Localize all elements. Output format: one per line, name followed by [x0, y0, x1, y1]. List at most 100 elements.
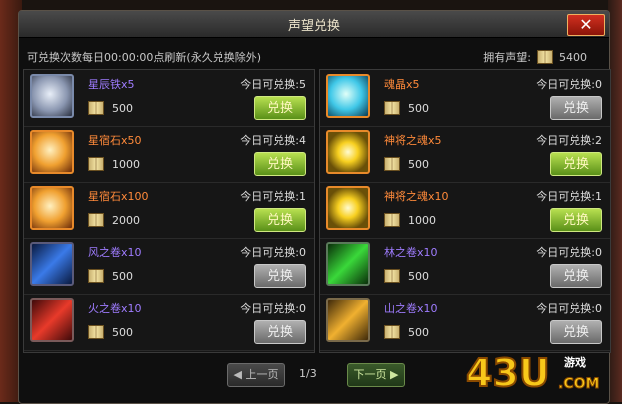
close-button[interactable]: ✕	[567, 14, 605, 36]
item-cost-value: 1000	[112, 157, 140, 171]
daily-limit: 今日可兑换:0	[536, 302, 602, 315]
exchange-item-row: 神将之魂x10 1000 今日可兑换:1 兑换	[320, 182, 610, 239]
item-cost-value: 500	[112, 325, 133, 339]
item-name-text: 神将之魂	[384, 134, 428, 147]
exchange-item-row: 星宿石x50 1000 今日可兑换:4 兑换	[24, 126, 314, 183]
item-qty: x10	[417, 302, 438, 315]
item-name: 神将之魂x5	[384, 132, 442, 148]
next-page-label: 下一页	[353, 368, 387, 381]
item-qty: x10	[121, 246, 142, 259]
daily-limit: 今日可兑换:0	[240, 302, 306, 315]
item-cost: 500	[88, 269, 133, 283]
item-cost: 500	[384, 325, 429, 339]
item-qty: x50	[121, 134, 142, 147]
exchange-button[interactable]: 兑换	[254, 264, 306, 288]
exchange-item-row: 魂晶x5 500 今日可兑换:0 兑换	[320, 70, 610, 127]
general-soul-icon[interactable]	[326, 186, 370, 230]
item-name: 林之卷x10	[384, 244, 438, 260]
exchange-item-row: 山之卷x10 500 今日可兑换:0 兑换	[320, 294, 610, 351]
book-icon	[384, 101, 400, 115]
item-name: 星宿石x100	[88, 188, 149, 204]
book-icon	[88, 213, 104, 227]
item-name: 山之卷x10	[384, 300, 438, 316]
exchange-button[interactable]: 兑换	[254, 96, 306, 120]
soul-crystal-icon[interactable]	[326, 74, 370, 118]
prev-page-label: 上一页	[245, 368, 279, 381]
item-qty: x10	[121, 302, 142, 315]
item-name: 星辰铁x5	[88, 76, 135, 92]
item-name-text: 风之卷	[88, 246, 121, 259]
exchange-button[interactable]: 兑换	[550, 320, 602, 344]
exchange-button[interactable]: 兑换	[550, 152, 602, 176]
item-qty: x10	[417, 246, 438, 259]
item-cost: 1000	[88, 157, 140, 171]
right-item-panel: 魂晶x5 500 今日可兑换:0 兑换 神将之魂x5 500 今日可兑换:2 兑…	[319, 69, 611, 353]
daily-limit: 今日可兑换:0	[536, 246, 602, 259]
prev-page-button[interactable]: ◀ 上一页	[227, 363, 285, 387]
reputation-exchange-window: 声望兑换 ✕ 可兑换次数每日00:00:00点刷新(永久兑换除外) 拥有声望: …	[18, 10, 611, 404]
exchange-button[interactable]: 兑换	[254, 320, 306, 344]
book-icon	[384, 213, 400, 227]
exchange-item-row: 风之卷x10 500 今日可兑换:0 兑换	[24, 238, 314, 295]
star-stone-icon[interactable]	[30, 130, 74, 174]
item-name-text: 魂晶	[384, 78, 406, 91]
daily-limit: 今日可兑换:0	[536, 78, 602, 91]
reputation-value: 5400	[559, 50, 587, 64]
exchange-button[interactable]: 兑换	[550, 96, 602, 120]
item-cost: 1000	[384, 213, 436, 227]
item-cost: 2000	[88, 213, 140, 227]
item-cost: 500	[384, 269, 429, 283]
fire-scroll-icon[interactable]	[30, 298, 74, 342]
item-name: 风之卷x10	[88, 244, 142, 260]
reputation-label: 拥有声望:	[483, 51, 531, 64]
daily-limit: 今日可兑换:5	[240, 78, 306, 91]
title-bar: 声望兑换 ✕	[19, 11, 609, 38]
wind-scroll-icon[interactable]	[30, 242, 74, 286]
page-indicator: 1/3	[299, 367, 317, 380]
general-soul-icon[interactable]	[326, 130, 370, 174]
exchange-button[interactable]: 兑换	[550, 264, 602, 288]
book-icon	[88, 157, 104, 171]
exchange-button[interactable]: 兑换	[550, 208, 602, 232]
star-iron-icon[interactable]	[30, 74, 74, 118]
item-name: 火之卷x10	[88, 300, 142, 316]
book-icon	[88, 269, 104, 283]
exchange-item-row: 星宿石x100 2000 今日可兑换:1 兑换	[24, 182, 314, 239]
forest-scroll-icon[interactable]	[326, 242, 370, 286]
item-name: 神将之魂x10	[384, 188, 449, 204]
book-icon	[384, 157, 400, 171]
daily-limit: 今日可兑换:1	[536, 190, 602, 203]
next-page-button[interactable]: 下一页 ▶	[347, 363, 405, 387]
star-stone-icon[interactable]	[30, 186, 74, 230]
item-name: 星宿石x50	[88, 132, 142, 148]
item-cost: 500	[384, 101, 429, 115]
item-cost: 500	[88, 101, 133, 115]
item-qty: x10	[428, 190, 449, 203]
book-icon	[88, 325, 104, 339]
refresh-info: 可兑换次数每日00:00:00点刷新(永久兑换除外)	[27, 51, 261, 64]
item-qty: x5	[121, 78, 135, 91]
logo-sub: 游戏	[564, 355, 586, 369]
reputation-display: 拥有声望: 5400	[483, 49, 587, 65]
logo-domain: .COM	[558, 376, 599, 392]
item-qty: x5	[406, 78, 420, 91]
item-name: 魂晶x5	[384, 76, 420, 92]
item-name-text: 神将之魂	[384, 190, 428, 203]
item-name-text: 火之卷	[88, 302, 121, 315]
item-name-text: 星辰铁	[88, 78, 121, 91]
daily-limit: 今日可兑换:4	[240, 134, 306, 147]
book-icon	[88, 101, 104, 115]
exchange-item-row: 林之卷x10 500 今日可兑换:0 兑换	[320, 238, 610, 295]
item-cost-value: 500	[408, 325, 429, 339]
item-qty: x5	[428, 134, 442, 147]
book-icon	[384, 269, 400, 283]
exchange-item-row: 神将之魂x5 500 今日可兑换:2 兑换	[320, 126, 610, 183]
item-cost: 500	[384, 157, 429, 171]
mountain-scroll-icon[interactable]	[326, 298, 370, 342]
item-cost-value: 500	[408, 157, 429, 171]
item-cost-value: 1000	[408, 213, 436, 227]
exchange-button[interactable]: 兑换	[254, 152, 306, 176]
item-cost: 500	[88, 325, 133, 339]
item-cost-value: 500	[112, 101, 133, 115]
exchange-button[interactable]: 兑换	[254, 208, 306, 232]
